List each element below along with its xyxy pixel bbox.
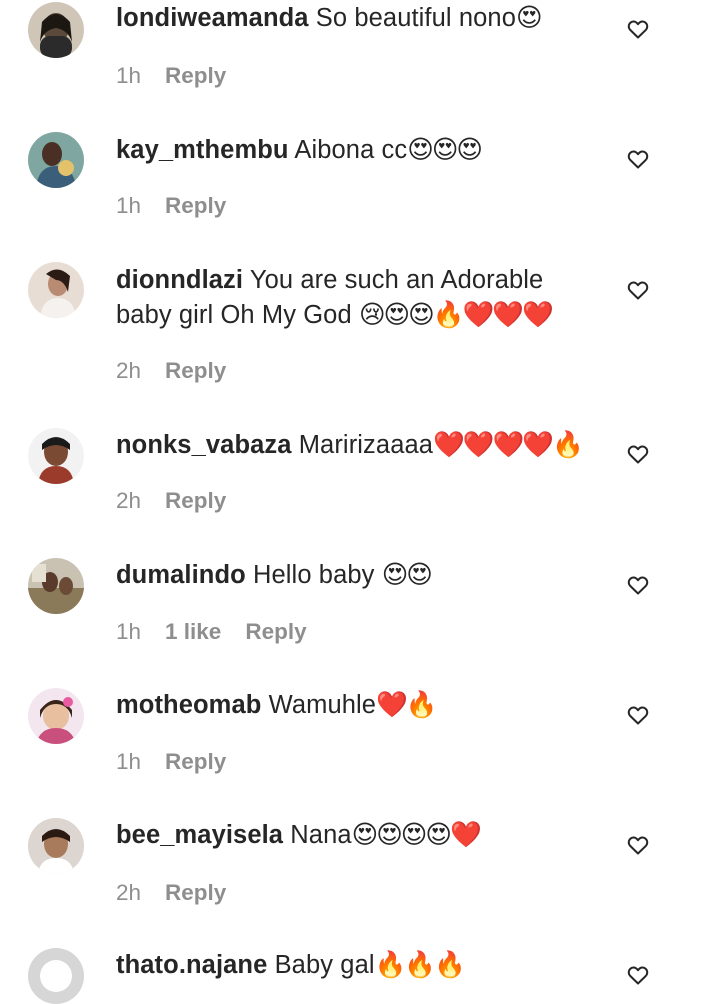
timestamp: 2h [116, 488, 142, 513]
emoji-text: 😢😍😍🔥❤️❤️❤️ [358, 300, 554, 330]
username-link[interactable]: dumalindo [116, 561, 246, 589]
timestamp: 1h [116, 63, 142, 88]
heart-icon[interactable] [626, 17, 650, 41]
comment-body: Wamuhle [268, 691, 377, 719]
comment-body: Aibona cc [294, 136, 408, 164]
reply-button[interactable]: Reply [245, 617, 306, 647]
emoji-text: 😍 [515, 3, 543, 33]
heart-icon[interactable] [626, 833, 650, 857]
emoji-text: ❤️🔥 [376, 690, 437, 720]
heart-icon[interactable] [626, 703, 650, 727]
reply-button[interactable]: Reply [165, 486, 226, 516]
username-link[interactable]: thato.najane [116, 951, 267, 979]
avatar[interactable] [28, 948, 84, 1004]
username-link[interactable]: motheomab [116, 691, 261, 719]
comment-meta: 2h Reply [116, 486, 226, 516]
comment-text: dumalindo Hello baby 😍😍 [116, 558, 606, 593]
avatar[interactable] [28, 688, 84, 744]
timestamp: 1h [116, 749, 142, 774]
avatar[interactable] [28, 262, 84, 318]
heart-icon[interactable] [626, 442, 650, 466]
username-link[interactable]: bee_mayisela [116, 821, 283, 849]
emoji-text: ❤️❤️❤️❤️🔥 [433, 430, 584, 460]
comment-body: Nana [290, 821, 352, 849]
comment-meta: 2h Reply [116, 356, 226, 386]
emoji-text: 🔥🔥🔥 [374, 950, 466, 980]
comment-meta: 1h Reply [116, 191, 226, 221]
likes-count[interactable]: 1 like [165, 617, 221, 647]
timestamp: 2h [116, 358, 142, 383]
comment-meta: 1h Reply [116, 747, 226, 777]
timestamp: 2h [116, 880, 142, 905]
comment-body: Hello baby [253, 561, 375, 589]
avatar[interactable] [28, 558, 84, 614]
reply-button[interactable]: Reply [165, 191, 226, 221]
heart-icon[interactable] [626, 963, 650, 987]
avatar[interactable] [28, 428, 84, 484]
heart-icon[interactable] [626, 278, 650, 302]
reply-button[interactable]: Reply [165, 878, 226, 908]
comment-text: dionndlazi You are such an Adorable baby… [116, 263, 606, 333]
heart-icon[interactable] [626, 147, 650, 171]
timestamp: 1h [116, 193, 142, 218]
emoji-text: 😍😍 [381, 560, 433, 590]
username-link[interactable]: nonks_vabaza [116, 431, 292, 459]
timestamp: 1h [116, 619, 142, 644]
username-link[interactable]: kay_mthembu [116, 136, 289, 164]
comment-meta: 1h 1 like Reply [116, 617, 307, 647]
comment-text: kay_mthembu Aibona cc😍😍😍 [116, 133, 606, 168]
comment-body: So beautiful nono [315, 4, 516, 32]
comment-meta: 2h Reply [116, 878, 226, 908]
comment-text: motheomab Wamuhle❤️🔥 [116, 688, 606, 723]
comment-text: londiweamanda So beautiful nono😍 [116, 1, 606, 36]
comment-text: thato.najane Baby gal🔥🔥🔥 [116, 948, 606, 983]
comment-text: nonks_vabaza Maririzaaaa❤️❤️❤️❤️🔥 [116, 428, 606, 463]
comment-body: Maririzaaaa [298, 431, 434, 459]
username-link[interactable]: londiweamanda [116, 4, 309, 32]
comment-body: Baby gal [274, 951, 375, 979]
reply-button[interactable]: Reply [165, 61, 226, 91]
reply-button[interactable]: Reply [165, 747, 226, 777]
emoji-text: 😍😍😍😍❤️ [351, 820, 482, 850]
avatar[interactable] [28, 2, 84, 58]
reply-button[interactable]: Reply [165, 356, 226, 386]
comment-meta: 1h Reply [116, 61, 226, 91]
username-link[interactable]: dionndlazi [116, 266, 243, 294]
emoji-text: 😍😍😍 [407, 135, 483, 165]
heart-icon[interactable] [626, 573, 650, 597]
avatar[interactable] [28, 818, 84, 874]
avatar[interactable] [28, 132, 84, 188]
comment-text: bee_mayisela Nana😍😍😍😍❤️ [116, 818, 606, 853]
